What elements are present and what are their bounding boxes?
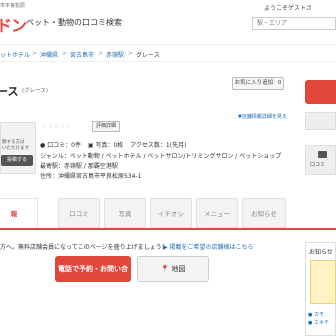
tel-reserve-button[interactable]: 電話で予約・お問い合わせ bbox=[55, 256, 131, 299]
camera-icon: ▣ bbox=[87, 142, 94, 149]
comment-side-button[interactable]: 口コミ bbox=[305, 145, 336, 175]
tab-photos[interactable]: 写真 bbox=[104, 198, 146, 228]
shop-detail-link[interactable]: ▼店舗情報詳細を見る bbox=[238, 113, 287, 120]
photo-count[interactable]: 写真：0枚 bbox=[95, 142, 123, 149]
tab-menu[interactable]: メニュー bbox=[196, 198, 238, 228]
breadcrumb-separator: > bbox=[128, 50, 134, 57]
rating-detail-button[interactable]: 評価詳細 bbox=[92, 121, 121, 132]
map-button-label: 地図 bbox=[171, 265, 186, 273]
news-side-links: ● カモ ● エキテ bbox=[308, 311, 329, 327]
shop-tabs: 報 口コミ 写真 イチオシ メニュー お知らせ bbox=[0, 198, 336, 230]
area-search-input[interactable] bbox=[253, 18, 336, 29]
welcome-text: ようこそゲストさ bbox=[264, 5, 313, 12]
rating-stars: ☆☆☆☆☆ bbox=[42, 123, 72, 130]
side-gray-button[interactable] bbox=[305, 112, 336, 130]
tab-info[interactable]: 報 bbox=[0, 198, 38, 228]
news-link-1[interactable]: ● カモ bbox=[308, 311, 329, 319]
shop-name-ruby: (グレース) bbox=[22, 88, 49, 94]
tab-reviews[interactable]: 口コミ bbox=[58, 198, 100, 228]
breadcrumb-item-station[interactable]: 赤嶺駅 bbox=[106, 50, 124, 59]
top-bar: 市平良松原 ドン ペット・動物の口コミ検索 ようこそゲストさ bbox=[0, 0, 336, 40]
post-review-text-line2: いただけます bbox=[2, 146, 29, 151]
shop-genre: ジャンル：ペット動物 / ペットホテル / ペットサロン/トリミングサロン / … bbox=[40, 153, 282, 160]
news-link-2[interactable]: ● エキテ bbox=[308, 319, 329, 327]
breadcrumb: ットホテル > 沖縄県 > 宮古島市 > 赤嶺駅 > グレース bbox=[0, 44, 336, 62]
map-button[interactable]: 📍 地図 bbox=[137, 256, 209, 282]
breadcrumb-item-city[interactable]: 宮古島市 bbox=[70, 50, 94, 59]
news-side-box: お知らせ ● カモ ● エキテ bbox=[305, 242, 336, 336]
tab-recommend[interactable]: イチオシ bbox=[150, 198, 192, 228]
post-review-button[interactable]: 投稿する bbox=[1, 155, 33, 166]
header-address-text: 市平良松原 bbox=[0, 3, 26, 9]
breadcrumb-current: グレース bbox=[136, 52, 160, 59]
access-count: アクセス数：1(先月) bbox=[130, 142, 187, 149]
add-favorite-label: お気に入り追加 bbox=[234, 80, 274, 86]
owner-notice-text: 方へ。無料店舗会員になってこのページを盛り上げましょう！ bbox=[0, 244, 168, 251]
shop-stats: ● 口コミ：0件 ▣ 写真：0枚 アクセス数：1(先月) bbox=[40, 140, 186, 149]
review-count[interactable]: ● 口コミ：0件 bbox=[40, 142, 81, 149]
breadcrumb-item-prefecture[interactable]: 沖縄県 bbox=[40, 50, 58, 59]
shop-nearest-station: 最寄駅：赤嶺駅 / 那覇空港駅 bbox=[40, 163, 118, 170]
site-title: ペット・動物の口コミ検索 bbox=[26, 18, 122, 27]
post-review-text: 稿する方は いただけます bbox=[2, 140, 29, 152]
favorite-count: 0 bbox=[277, 80, 282, 86]
area-search-box[interactable] bbox=[252, 17, 336, 30]
comment-side-label: 口コミ bbox=[310, 162, 326, 168]
breadcrumb-separator: > bbox=[32, 50, 38, 57]
shop-name: ース bbox=[0, 85, 19, 98]
side-red-button[interactable] bbox=[305, 80, 336, 104]
breadcrumb-item-category[interactable]: ットホテル bbox=[0, 50, 30, 59]
site-logo[interactable]: ドン bbox=[0, 12, 27, 36]
news-illustration[interactable] bbox=[310, 260, 336, 304]
shop-address: 住所：沖縄県宮古島市平良松原534-1 bbox=[40, 173, 142, 180]
comment-icon bbox=[318, 151, 327, 158]
map-pin-icon: 📍 bbox=[160, 265, 170, 273]
add-favorite-button[interactable]: お気に入り追加 0 bbox=[232, 77, 284, 90]
breadcrumb-separator: > bbox=[98, 50, 104, 57]
breadcrumb-separator: > bbox=[62, 50, 68, 57]
tab-news[interactable]: お知らせ bbox=[242, 198, 286, 228]
owner-listing-link[interactable]: ▶ 掲載をご希望の店舗様はこちら bbox=[163, 242, 254, 251]
news-side-title: お知らせ bbox=[309, 249, 333, 256]
